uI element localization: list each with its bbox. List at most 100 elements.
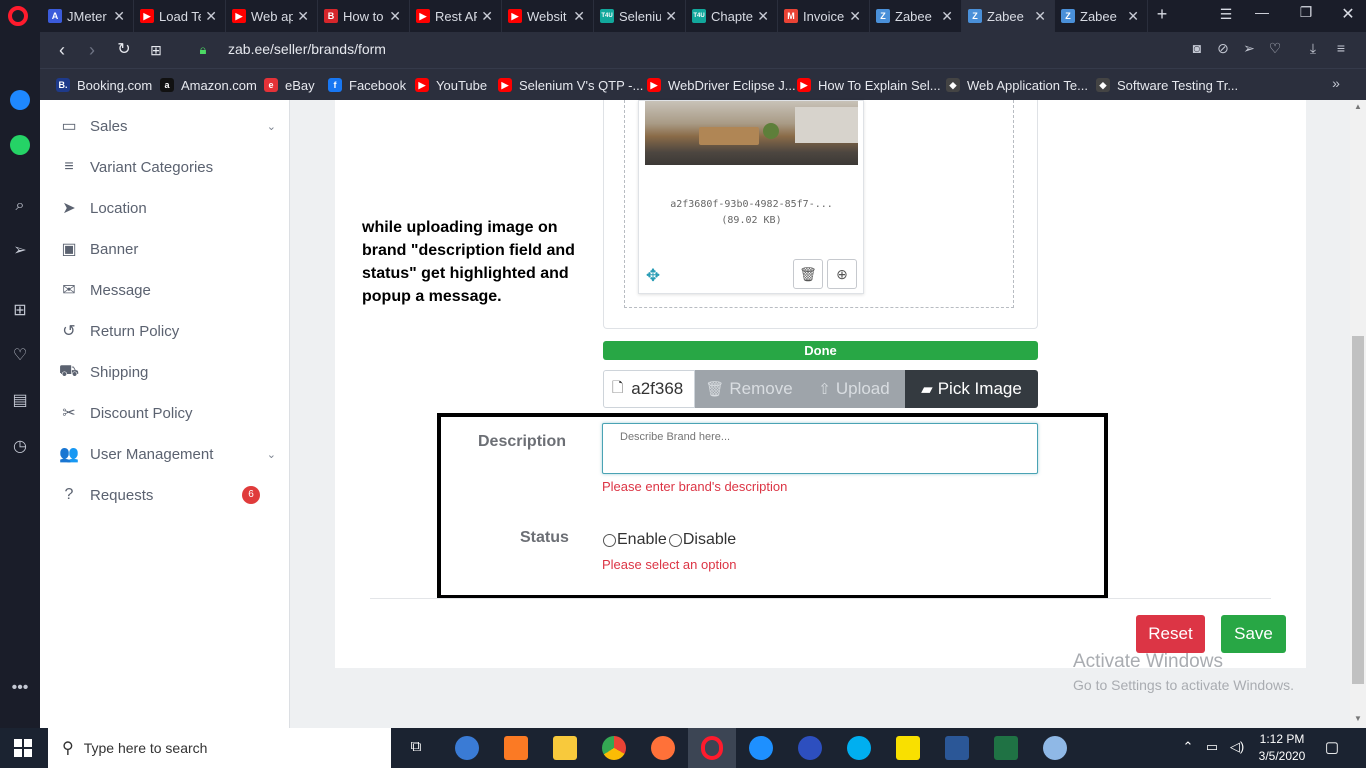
sidebar-item-requests[interactable]: ? Requests 6 (58, 481, 280, 509)
history-icon[interactable]: ◷ (8, 435, 32, 459)
scroll-down-icon[interactable]: ▼ (1353, 714, 1363, 724)
close-tab-icon[interactable]: ✕ (849, 8, 861, 25)
bookmark-item[interactable]: ▶ Selenium V's QTP -... (498, 69, 643, 101)
browser-tab[interactable]: M Invoice ✕ (778, 0, 870, 32)
clock-time[interactable]: 1:12 PM (1252, 732, 1312, 746)
browser-tab[interactable]: T4U Chapte ✕ (686, 0, 778, 32)
enable-label[interactable]: Enable (617, 531, 667, 549)
app-icon[interactable] (798, 736, 822, 760)
new-tab-icon[interactable]: + (1152, 4, 1172, 26)
close-tab-icon[interactable]: ✕ (113, 8, 125, 25)
file-caption[interactable]: 🗋︎ a2f368 (603, 370, 695, 408)
adblock-icon[interactable]: ⊘ (1214, 40, 1232, 60)
close-tab-icon[interactable]: ✕ (1034, 8, 1046, 25)
save-button[interactable]: Save (1221, 615, 1286, 653)
windows-start-icon[interactable] (14, 739, 32, 757)
page-scrollbar[interactable]: ▲ ▼ (1350, 100, 1366, 728)
whatsapp-icon[interactable] (8, 133, 32, 157)
scroll-up-icon[interactable]: ▲ (1353, 102, 1363, 112)
send-icon[interactable]: ➢ (8, 239, 32, 263)
chrome-icon[interactable] (602, 736, 626, 760)
sidebar-item-user-management[interactable]: 👥 User Management ⌄ (58, 440, 280, 468)
sticky-notes-icon[interactable] (896, 736, 920, 760)
notifications-icon[interactable]: ▢ (1322, 738, 1342, 758)
edge-icon[interactable] (749, 736, 773, 760)
bookmark-item[interactable]: ▶ WebDriver Eclipse J... (647, 69, 796, 101)
word-icon[interactable] (945, 736, 969, 760)
sidebar-item-sales[interactable]: ▭ Sales ⌄ (58, 112, 280, 140)
tray-chevron-icon[interactable]: ⌃ (1180, 739, 1196, 757)
scrollbar-thumb[interactable] (1352, 336, 1364, 684)
network-icon[interactable]: ▭ (1203, 739, 1221, 757)
flow-icon[interactable]: ➢ (1240, 40, 1258, 60)
opera-taskbar-active[interactable] (688, 728, 736, 768)
paint-icon[interactable] (1043, 736, 1067, 760)
disable-radio[interactable] (668, 533, 682, 547)
browser-tab[interactable]: ▶ Rest AP✕ (410, 0, 502, 32)
sidebar-item-shipping[interactable]: ⛟ Shipping (58, 358, 280, 386)
download-icon[interactable]: ⤓ (1304, 40, 1322, 60)
volume-icon[interactable]: ◁) (1228, 739, 1246, 757)
description-field[interactable] (602, 423, 1038, 474)
search-icon[interactable]: ⌕ (8, 194, 32, 218)
file-explorer-icon[interactable] (553, 736, 577, 760)
bookmark-item[interactable]: a Amazon.com (160, 69, 257, 101)
upload-button[interactable]: ⇧ Upload (803, 370, 905, 408)
more-icon[interactable]: ••• (8, 676, 32, 700)
sidebar-item-location[interactable]: ➤ Location (58, 194, 280, 222)
sidebar-item-variant-categories[interactable]: ≡ Variant Categories (58, 153, 280, 181)
bookmark-item[interactable]: B. Booking.com (56, 69, 152, 101)
close-tab-icon[interactable]: ✕ (757, 8, 769, 25)
sidebar-item-banner[interactable]: ▣ Banner (58, 235, 280, 263)
browser-tab[interactable]: ▶ Websit ✕ (502, 0, 594, 32)
sidebar-item-discount-policy[interactable]: ✂ Discount Policy (58, 399, 280, 427)
close-tab-icon[interactable]: ✕ (481, 8, 493, 25)
close-tab-icon[interactable]: ✕ (297, 8, 309, 25)
disable-label[interactable]: Disable (683, 531, 736, 549)
task-view-icon[interactable]: ⧉ (406, 738, 426, 758)
close-tab-icon[interactable]: ✕ (665, 8, 677, 25)
close-tab-icon[interactable]: ✕ (1127, 8, 1139, 25)
bookmark-item[interactable]: ◆ Web Application Te... (946, 69, 1088, 101)
browser-tab[interactable]: ▶ Web ap ✕ (226, 0, 318, 32)
taskbar-app-icon[interactable] (455, 736, 479, 760)
reset-button[interactable]: Reset (1136, 615, 1205, 653)
close-tab-icon[interactable]: ✕ (389, 8, 401, 25)
bookmark-item[interactable]: e eBay (264, 69, 315, 101)
bookmark-item[interactable]: f Facebook (328, 69, 406, 101)
bookmark-item[interactable]: ▶ How To Explain Sel... (797, 69, 941, 101)
sidebar-item-message[interactable]: ✉ Message (58, 276, 280, 304)
reload-icon[interactable]: ↻ (114, 40, 134, 60)
messenger-icon[interactable] (8, 88, 32, 112)
restore-icon[interactable]: ❐ (1296, 4, 1316, 24)
bookmark-item[interactable]: ▶ YouTube (415, 69, 487, 101)
camera-icon[interactable]: ◙ (1188, 40, 1206, 60)
browser-tab[interactable]: B How to ✕ (318, 0, 410, 32)
browser-tab[interactable]: ▶ Load Te ✕ (134, 0, 226, 32)
browser-tab[interactable]: Z Zabee ✕ (1055, 0, 1148, 32)
browser-tab[interactable]: Z Zabee ✕ (962, 0, 1055, 32)
speed-dial-icon[interactable]: ⊞ (8, 299, 32, 323)
bookmark-heart-icon[interactable]: ♡ (1266, 40, 1284, 60)
url-field[interactable]: zab.ee/seller/brands/form (228, 41, 728, 59)
clock-date[interactable]: 3/5/2020 (1252, 749, 1312, 763)
tabs-grid-icon[interactable]: ⊞ (146, 40, 166, 60)
opera-logo[interactable] (8, 6, 28, 26)
sidebar-item-return-policy[interactable]: ↺ Return Policy (58, 317, 280, 345)
skype-icon[interactable] (847, 736, 871, 760)
heart-icon[interactable]: ♡ (8, 344, 32, 368)
bookmark-item[interactable]: ◆ Software Testing Tr... (1096, 69, 1238, 101)
taskbar-search-box[interactable]: ⚲ Type here to search (48, 728, 391, 768)
forward-icon[interactable]: › (82, 40, 102, 60)
back-icon[interactable]: ‹ (52, 40, 72, 60)
move-icon[interactable]: ✥ (644, 267, 662, 285)
close-tab-icon[interactable]: ✕ (205, 8, 217, 25)
browser-tab[interactable]: A JMeter ✕ (42, 0, 134, 32)
news-icon[interactable]: ▤ (8, 389, 32, 413)
close-window-icon[interactable]: ✕ (1338, 4, 1358, 24)
remove-button[interactable]: 🗑︎ Remove (695, 370, 803, 408)
browser-tab[interactable]: T4U Seleniu ✕ (594, 0, 686, 32)
tab-menu-icon[interactable]: ☰ (1216, 6, 1236, 26)
firefox-icon[interactable] (651, 736, 675, 760)
pick-image-button[interactable]: ▰ Pick Image (905, 370, 1038, 408)
